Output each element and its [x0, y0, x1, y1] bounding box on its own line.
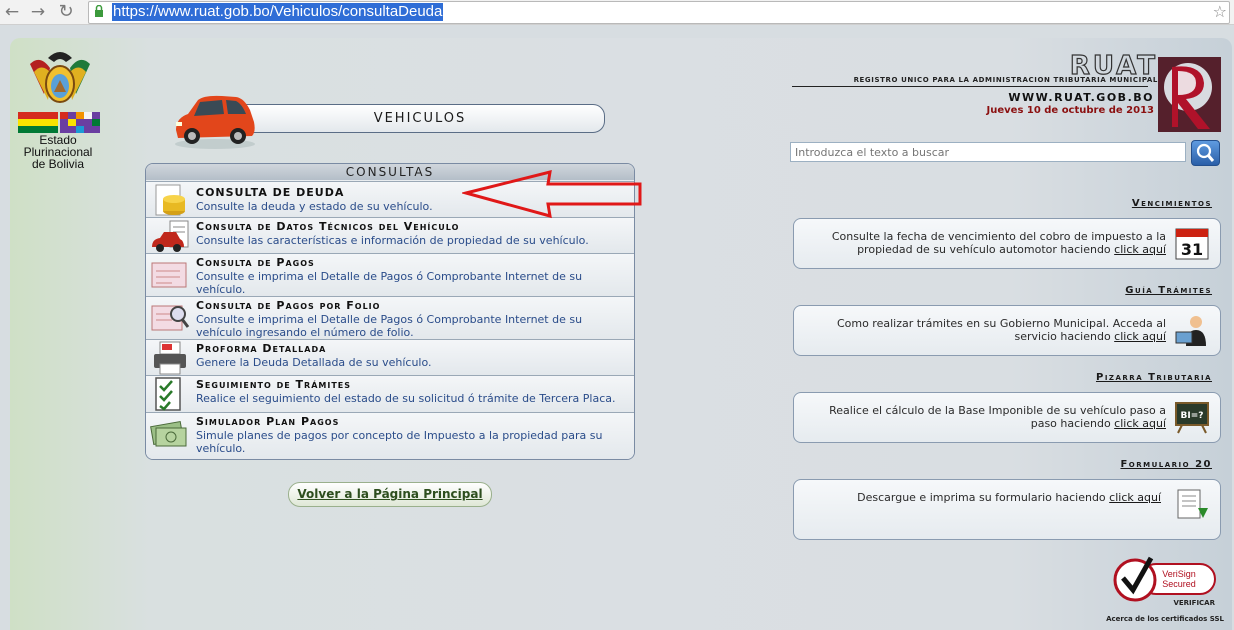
- ruat-website: WWW.RUAT.GOB.BO: [1008, 91, 1154, 104]
- person-computer-icon: [1175, 316, 1206, 346]
- item-description: Consulte las características e informaci…: [196, 234, 589, 247]
- item-description: Consulte e imprima el Detalle de Pagos ó…: [196, 270, 583, 296]
- pizarra-tributaria-box: Realice el cálculo de la Base Imponible …: [793, 392, 1221, 443]
- proforma-detallada-item[interactable]: Proforma Detallada Genere la Deuda Detal…: [146, 339, 634, 375]
- magnifier-receipt-icon: [151, 305, 190, 331]
- consulta-pagos-folio-item[interactable]: Consulta de Pagos por Folio Consulte e i…: [146, 296, 634, 339]
- section-text: Como realizar trámites en su Gobierno Mu…: [836, 317, 1166, 343]
- car-icon: [175, 95, 255, 149]
- red-arrow-annotation: [462, 170, 642, 219]
- item-description: Genere la Deuda Detallada de su vehículo…: [196, 356, 432, 369]
- coins-icon: [155, 184, 185, 216]
- item-title: Simulador Plan Pagos: [196, 415, 340, 428]
- click-aqui-link[interactable]: click aquí: [1114, 243, 1166, 256]
- svg-text:31: 31: [1181, 240, 1203, 259]
- svg-text:VeriSign: VeriSign: [1162, 569, 1196, 579]
- click-aqui-link[interactable]: click aquí: [1109, 491, 1161, 504]
- section-heading-pizarra-tributaria[interactable]: Pizarra Tributaria: [792, 372, 1212, 383]
- bookmark-star-icon[interactable]: ☆: [1213, 2, 1227, 21]
- click-aqui-link[interactable]: click aquí: [1114, 417, 1166, 430]
- current-date: Jueves 10 de octubre de 2013: [986, 105, 1154, 116]
- seguimiento-tramites-item[interactable]: Seguimiento de Trámites Realice el segui…: [146, 375, 634, 412]
- download-form-icon: [1177, 489, 1208, 519]
- back-icon[interactable]: ←: [2, 2, 22, 22]
- car-document-icon: [152, 220, 189, 252]
- browser-toolbar: ← → ↻ https://www.ruat.gob.bo/Vehiculos/…: [0, 0, 1234, 25]
- item-title: Seguimiento de Trámites: [196, 378, 352, 391]
- simulador-plan-pagos-item[interactable]: Simulador Plan Pagos Simule planes de pa…: [146, 412, 634, 459]
- item-title: Consulta de Pagos por Folio: [196, 299, 381, 312]
- guia-tramites-box: Como realizar trámites en su Gobierno Mu…: [793, 305, 1221, 356]
- search-input[interactable]: [790, 142, 1186, 162]
- svg-text:Secured: Secured: [1162, 579, 1196, 589]
- item-title: Proforma Detallada: [196, 342, 327, 355]
- item-title: Consulta de Datos Técnicos del Vehículo: [196, 220, 460, 233]
- svg-text:BI=?: BI=?: [1181, 411, 1204, 421]
- reload-icon[interactable]: ↻: [56, 2, 76, 22]
- section-text: Descargue e imprima su formulario hacien…: [857, 491, 1161, 504]
- search-button[interactable]: [1191, 140, 1220, 166]
- svg-text:RUAT: RUAT: [1070, 51, 1158, 78]
- item-title: Consulta de Pagos: [196, 256, 315, 269]
- calendar-icon: 31: [1175, 228, 1209, 260]
- url-text: https://www.ruat.gob.bo/Vehiculos/consul…: [112, 3, 444, 21]
- svg-text:VERIFICAR: VERIFICAR: [1173, 599, 1215, 607]
- section-text: Realice el cálculo de la Base Imponible …: [829, 404, 1166, 430]
- page-title: VEHICULOS: [373, 111, 467, 126]
- section-text: Consulte la fecha de vencimiento del cob…: [831, 230, 1166, 256]
- formulario-20-box: Descargue e imprima su formulario hacien…: [793, 479, 1221, 540]
- item-description: Simule planes de pagos por concepto de I…: [196, 429, 603, 455]
- item-title: CONSULTA DE DEUDA: [196, 186, 345, 199]
- coat-of-arms-icon: [30, 52, 90, 103]
- ruat-logo: RUAT: [1069, 50, 1158, 78]
- consulta-datos-tecnicos-item[interactable]: Consulta de Datos Técnicos del Vehículo …: [146, 217, 634, 253]
- consulta-pagos-item[interactable]: Consulta de Pagos Consulte e imprima el …: [146, 253, 634, 296]
- section-heading-vencimientos[interactable]: Vencimientos: [792, 198, 1212, 209]
- ruat-r-logo: [1158, 57, 1221, 132]
- money-icon: [150, 420, 187, 447]
- checklist-icon: [155, 377, 181, 411]
- ssl-info-link[interactable]: Acerca de los certificados SSL: [1080, 615, 1224, 623]
- ruat-divider: [792, 86, 1148, 87]
- printer-icon: [154, 341, 186, 375]
- section-heading-formulario-20[interactable]: Formulario 20: [792, 459, 1212, 470]
- item-description: Consulte e imprima el Detalle de Pagos ó…: [196, 313, 583, 339]
- verisign-seal[interactable]: VeriSign Secured VERIFICAR: [1113, 554, 1217, 608]
- address-bar[interactable]: https://www.ruat.gob.bo/Vehiculos/consul…: [88, 1, 1230, 24]
- volver-button[interactable]: Volver a la Página Principal: [288, 482, 492, 507]
- vencimientos-box: Consulte la fecha de vencimiento del cob…: [793, 218, 1221, 269]
- flags-icon: [18, 112, 100, 133]
- ruat-subtitle: REGISTRO UNICO PARA LA ADMINISTRACION TR…: [853, 76, 1158, 84]
- receipt-icon: [151, 262, 187, 288]
- estado-label: Estado Plurinacional de Bolivia: [23, 133, 93, 171]
- page-content: Estado Plurinacional de Bolivia VEHICULO…: [10, 38, 1232, 630]
- click-aqui-link[interactable]: click aquí: [1114, 330, 1166, 343]
- forward-icon[interactable]: →: [28, 2, 48, 22]
- blackboard-icon: BI=?: [1175, 402, 1209, 434]
- section-header: VEHICULOS: [235, 104, 605, 133]
- item-description: Realice el seguimiento del estado de su …: [196, 392, 616, 405]
- search-icon: [1196, 143, 1215, 162]
- section-heading-guia-tramites[interactable]: Guía Trámites: [792, 285, 1212, 296]
- lock-icon: [95, 5, 103, 17]
